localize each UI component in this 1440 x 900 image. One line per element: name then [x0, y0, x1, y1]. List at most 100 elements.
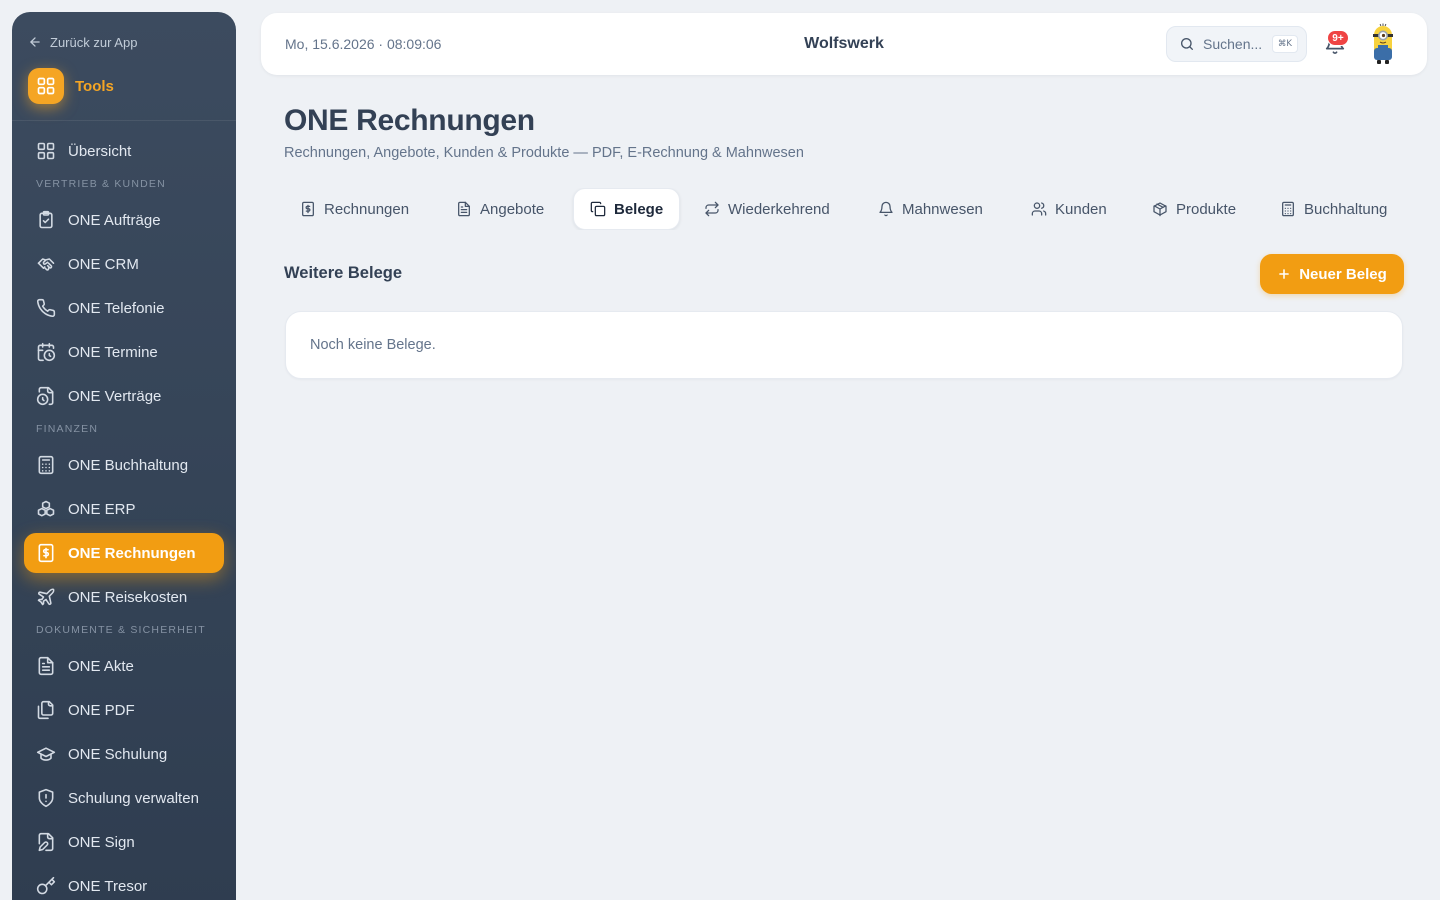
sidebar-item-label: Schulung verwalten — [68, 789, 199, 807]
back-to-app-link[interactable]: Zurück zur App — [28, 32, 137, 52]
search-placeholder: Suchen... — [1203, 36, 1263, 52]
tab-label: Wiederkehrend — [728, 200, 830, 218]
grid-icon — [28, 68, 64, 104]
tab-label: Buchhaltung — [1304, 200, 1388, 218]
sidebar-item-one-termine[interactable]: ONE Termine — [24, 332, 224, 372]
file-clock-icon — [36, 386, 56, 406]
users-icon — [1031, 201, 1047, 217]
search-shortcut: ⌘K — [1271, 35, 1298, 53]
sidebar-item-one-reisekosten[interactable]: ONE Reisekosten — [24, 577, 224, 617]
arrow-left-icon — [28, 35, 42, 49]
sidebar-item-label: ONE Verträge — [68, 387, 162, 405]
current-datetime: Mo, 15.6.2026 · 08:09:06 — [285, 36, 442, 52]
tab-label: Rechnungen — [324, 200, 410, 218]
sidebar-item-label: ONE Termine — [68, 343, 158, 361]
nav-section-finanzen: FINANZEN — [36, 423, 99, 435]
tab-produkte[interactable]: Produkte — [1136, 188, 1252, 230]
boxes-icon — [36, 499, 56, 519]
sidebar-item-one-telefonie[interactable]: ONE Telefonie — [24, 288, 224, 328]
grid-icon — [36, 141, 56, 161]
tab-buchhaltung[interactable]: Buchhaltung — [1264, 188, 1403, 230]
calendar-clock-icon — [36, 342, 56, 362]
sidebar-item-label: Übersicht — [68, 142, 132, 160]
search-input[interactable]: Suchen... ⌘K — [1166, 26, 1307, 62]
sidebar-item-one-buchhaltung[interactable]: ONE Buchhaltung — [24, 445, 224, 485]
tab-label: Mahnwesen — [902, 200, 983, 218]
brand-label: Tools — [75, 77, 114, 95]
search-icon — [1179, 36, 1195, 52]
key-icon — [36, 876, 56, 896]
page-title: ONE Rechnungen — [284, 104, 535, 137]
receipt-icon — [300, 201, 316, 217]
plane-icon — [36, 587, 56, 607]
tab-label: Produkte — [1176, 200, 1237, 218]
new-receipt-label: Neuer Beleg — [1299, 265, 1387, 283]
file-text-icon — [36, 656, 56, 676]
phone-icon — [36, 298, 56, 318]
tab-rechnungen[interactable]: Rechnungen — [284, 188, 425, 230]
plus-icon — [1277, 267, 1291, 281]
calculator-icon — [1280, 201, 1296, 217]
file-pen-icon — [36, 832, 56, 852]
bell-icon — [878, 201, 894, 217]
repeat-icon — [704, 201, 720, 217]
back-to-app-label: Zurück zur App — [50, 34, 138, 50]
sidebar-item-uebersicht[interactable]: Übersicht — [24, 131, 224, 171]
tab-mahnwesen[interactable]: Mahnwesen — [862, 188, 999, 230]
sidebar-item-label: ONE Aufträge — [68, 211, 161, 229]
empty-state-text: Noch keine Belege. — [310, 337, 436, 353]
sidebar-item-label: ONE Tresor — [68, 877, 148, 895]
sidebar-item-schulung-verwalten[interactable]: Schulung verwalten — [24, 778, 224, 818]
sidebar-item-label: ONE Sign — [68, 833, 135, 851]
sidebar-item-label: ONE Reisekosten — [68, 588, 188, 606]
notification-count-badge: 9+ — [1327, 30, 1349, 46]
sidebar-item-label: ONE ERP — [68, 500, 136, 518]
shield-icon — [36, 788, 56, 808]
tab-angebote[interactable]: Angebote — [440, 188, 560, 230]
calculator-icon — [36, 455, 56, 475]
sidebar: Zurück zur App Tools Übersicht VERTRIEB &… — [12, 12, 236, 900]
sidebar-item-label: ONE Buchhaltung — [68, 456, 189, 474]
page-subtitle: Rechnungen, Angebote, Kunden & Produkte … — [284, 145, 804, 161]
handshake-icon — [36, 254, 56, 274]
user-avatar[interactable] — [1367, 23, 1399, 65]
empty-state-card: Noch keine Belege. — [285, 311, 1403, 379]
receipt-dollar-icon — [36, 543, 56, 563]
sidebar-item-one-sign[interactable]: ONE Sign — [24, 822, 224, 862]
package-icon — [1152, 201, 1168, 217]
sidebar-item-one-akte[interactable]: ONE Akte — [24, 646, 224, 686]
sidebar-item-one-rechnungen[interactable]: ONE Rechnungen — [24, 533, 224, 573]
sidebar-item-label: ONE Schulung — [68, 745, 168, 763]
sidebar-item-one-erp[interactable]: ONE ERP — [24, 489, 224, 529]
section-title: Weitere Belege — [284, 264, 402, 282]
tab-belege[interactable]: Belege — [573, 188, 681, 230]
tab-label: Angebote — [480, 200, 545, 218]
sidebar-item-one-pdf[interactable]: ONE PDF — [24, 690, 224, 730]
sidebar-item-label: ONE Telefonie — [68, 299, 165, 317]
tab-kunden[interactable]: Kunden — [1015, 188, 1123, 230]
sidebar-item-one-vertraege[interactable]: ONE Verträge — [24, 376, 224, 416]
tab-label: Kunden — [1055, 200, 1107, 218]
nav-section-dokumente-and-sicherheit: DOKUMENTE & SICHERHEIT — [36, 624, 206, 636]
tab-label: Belege — [614, 200, 664, 218]
sidebar-item-one-schulung[interactable]: ONE Schulung — [24, 734, 224, 774]
sidebar-item-label: ONE CRM — [68, 255, 139, 273]
sidebar-item-label: ONE PDF — [68, 701, 135, 719]
tab-wiederkehrend[interactable]: Wiederkehrend — [688, 188, 846, 230]
graduation-cap-icon — [36, 744, 56, 764]
copy-icon — [590, 201, 606, 217]
tools-brand[interactable]: Tools — [28, 68, 114, 104]
sidebar-item-label: ONE Akte — [68, 657, 134, 675]
sidebar-item-label: ONE Rechnungen — [68, 544, 196, 562]
clipboard-check-icon — [36, 210, 56, 230]
sidebar-divider — [12, 120, 236, 121]
sidebar-item-one-auftraege[interactable]: ONE Aufträge — [24, 200, 224, 240]
nav-section-vertrieb-and-kunden: VERTRIEB & KUNDEN — [36, 178, 166, 190]
sidebar-item-one-crm[interactable]: ONE CRM — [24, 244, 224, 284]
tab-bar: Rechnungen Angebote Belege Wiederkehrend Mah… — [284, 188, 1440, 230]
sidebar-nav: Übersicht VERTRIEB & KUNDEN ONE Aufträge ON… — [24, 131, 224, 900]
files-icon — [36, 700, 56, 720]
top-bar: Mo, 15.6.2026 · 08:09:06 Wolfswerk Suche… — [261, 13, 1427, 75]
new-receipt-button[interactable]: Neuer Beleg — [1260, 254, 1404, 294]
sidebar-item-one-tresor[interactable]: ONE Tresor — [24, 866, 224, 900]
